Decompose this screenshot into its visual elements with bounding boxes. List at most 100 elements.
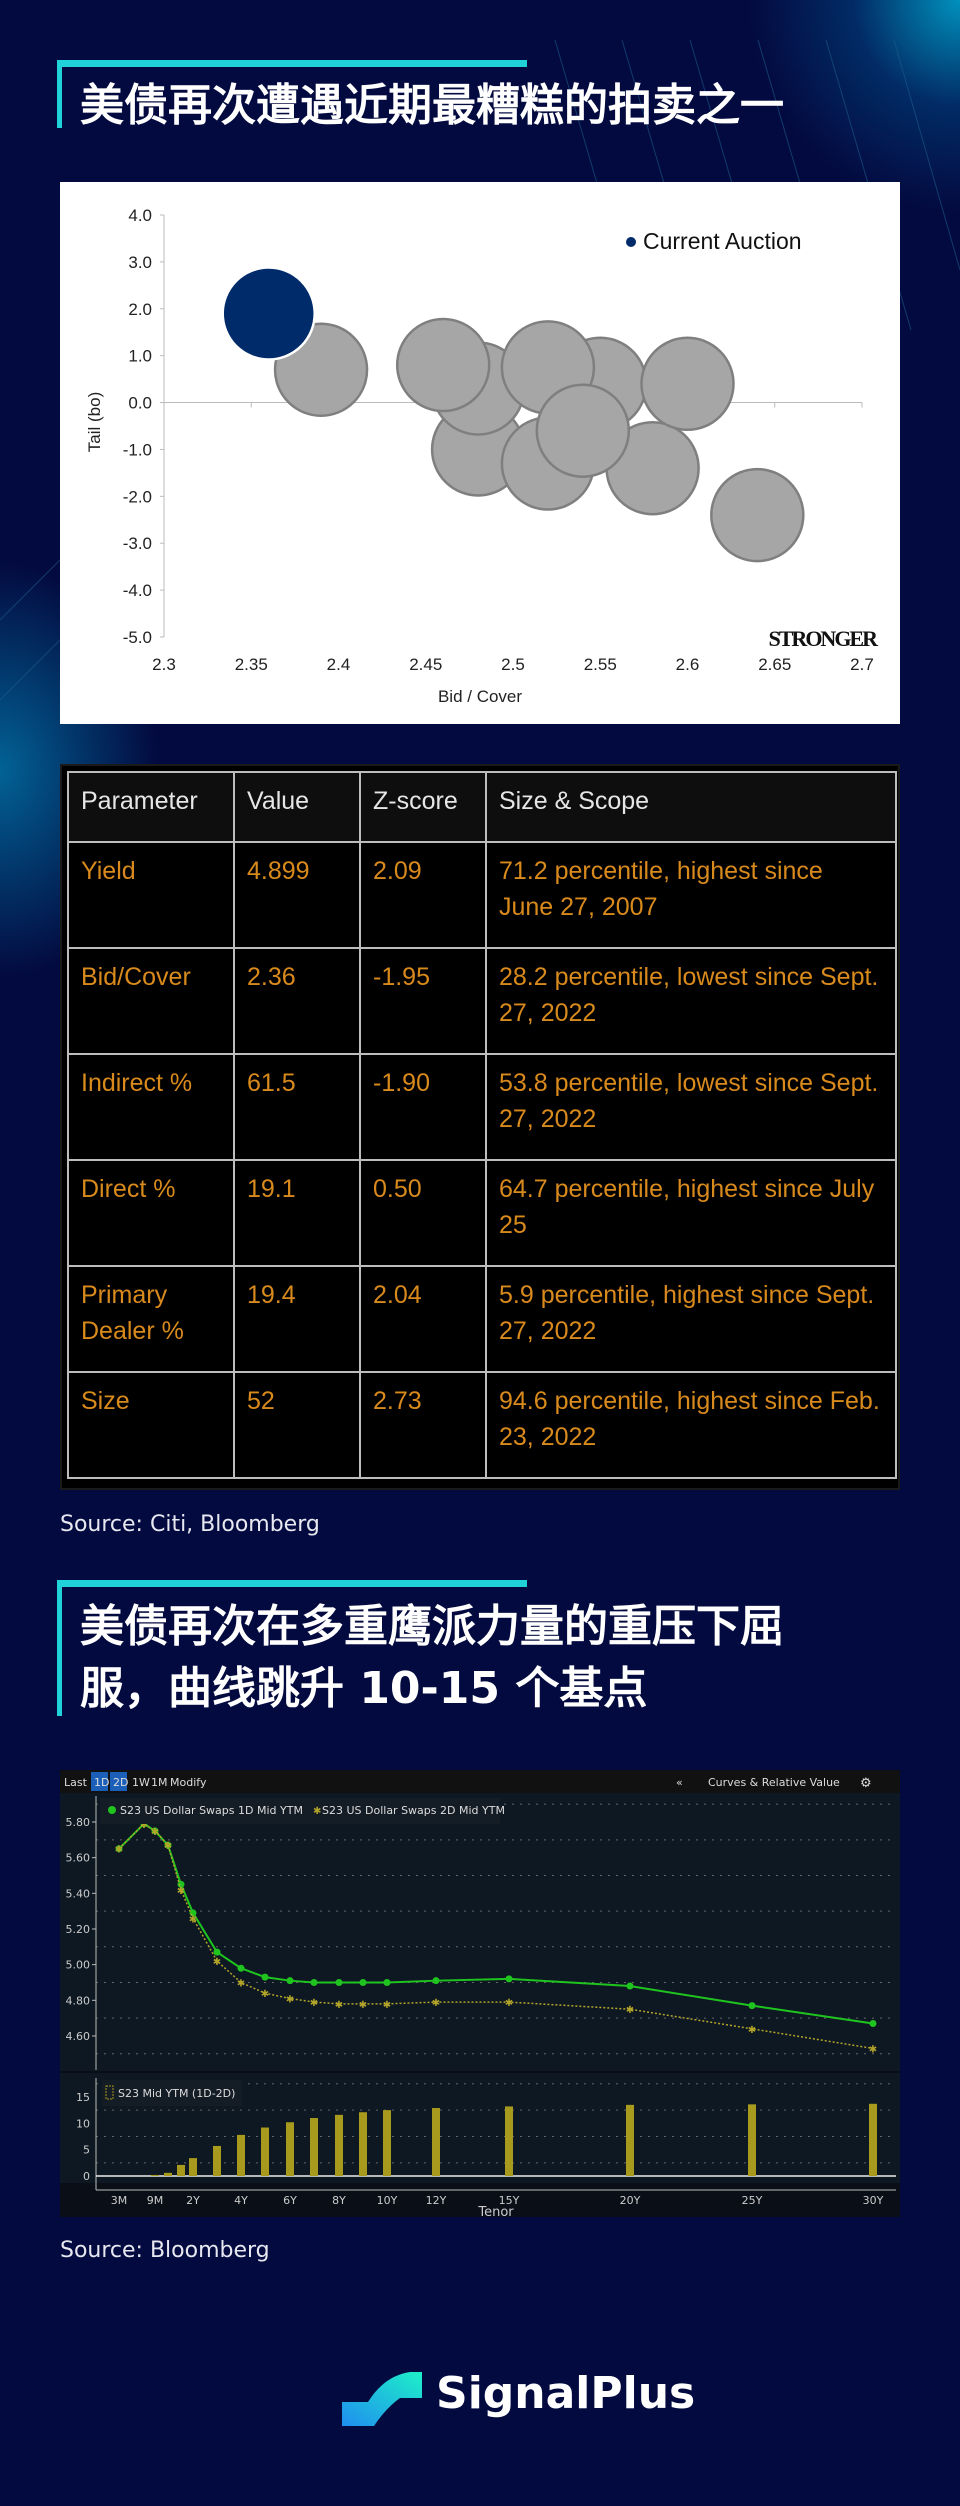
series-point: ✱ — [383, 2000, 391, 2011]
diff-bar — [164, 2172, 172, 2176]
y-tick-label: -1.0 — [123, 440, 152, 459]
toolbar-tab[interactable]: Last — [64, 1776, 88, 1789]
toolbar-tab[interactable]: Modify — [170, 1776, 207, 1789]
diff-bar — [626, 2104, 634, 2176]
x-tick-label: 20Y — [620, 2194, 641, 2207]
y-tick-label: 4.80 — [66, 1994, 91, 2007]
table-cell: Yield — [67, 841, 235, 949]
x-tick-label: 6Y — [283, 2194, 297, 2207]
series-point: ✱ — [505, 1998, 513, 2009]
diff-bar — [383, 2110, 391, 2176]
x-tick-label: 25Y — [742, 2194, 763, 2207]
gear-icon[interactable]: ⚙ — [860, 1776, 872, 1791]
table-cell: 64.7 percentile, highest since July 25 — [485, 1159, 897, 1267]
series-point: ✱ — [164, 1841, 172, 1852]
y-tick-label: 4.0 — [128, 206, 152, 225]
past-auction-bubble — [395, 317, 491, 413]
y-tick-label: 3.0 — [128, 253, 152, 272]
upper-panel — [60, 1793, 900, 2071]
table-cell: 28.2 percentile, lowest since Sept. 27, … — [485, 947, 897, 1055]
watermark-logo: STRONGER — [769, 626, 880, 651]
table-cell: Bid/Cover — [67, 947, 235, 1055]
x-tick-label: 2.5 — [501, 655, 525, 674]
series-point — [237, 1964, 245, 1972]
series-point — [359, 1978, 367, 1986]
y-tick-label: 5.00 — [66, 1959, 91, 1972]
series-point — [869, 2019, 877, 2027]
table-cell: -1.95 — [359, 947, 487, 1055]
logo-mark-icon — [342, 2372, 422, 2426]
table-row: Primary Dealer % 19.4 2.04 5.9 percentile, … — [67, 1265, 897, 1373]
x-tick-label: 3M — [111, 2194, 128, 2207]
toolbar-tab[interactable]: 1W — [132, 1776, 150, 1789]
heading-accent — [57, 1580, 527, 1587]
table-cell: 2.36 — [233, 947, 361, 1055]
x-tick-label: 10Y — [377, 2194, 398, 2207]
series-point — [748, 2002, 756, 2010]
y-tick-label: 4.60 — [66, 2030, 91, 2043]
series-point — [213, 1948, 221, 1956]
x-tick-label: 2.35 — [235, 655, 268, 674]
legend-label: Current Auction — [643, 228, 802, 254]
section-title: 美债再次遭遇近期最糟糕的拍卖之一 — [80, 80, 784, 131]
series-point: ✱ — [189, 1914, 197, 1925]
y-tick-label: -3.0 — [123, 534, 152, 553]
y-tick-label: 5.60 — [66, 1852, 91, 1865]
diff-bar — [286, 2122, 294, 2176]
series-point: ✱ — [359, 2000, 367, 2011]
diff-bar — [237, 2134, 245, 2176]
table-row: Size 52 2.73 94.6 percentile, highest since… — [67, 1371, 897, 1479]
table-cell: 0.50 — [359, 1159, 487, 1267]
diff-bar — [177, 2164, 185, 2176]
y-tick-label: 2.0 — [128, 300, 152, 319]
diff-bar — [213, 2145, 221, 2176]
x-tick-label: 8Y — [332, 2194, 346, 2207]
series-point — [286, 1977, 294, 1985]
x-tick-label: 30Y — [863, 2194, 884, 2207]
series-point: ✱ — [151, 1827, 159, 1838]
legend-label: S23 US Dollar Swaps 1D Mid YTM — [120, 1804, 303, 1817]
x-axis-label: Bid / Cover — [438, 687, 522, 706]
table-header-row: Parameter Value Z-score Size & Scope — [67, 771, 897, 843]
y-tick-label: -5.0 — [123, 628, 152, 647]
brand-name: SignalPlus — [436, 2368, 696, 2419]
legend-marker — [108, 1806, 116, 1814]
x-axis-label: Tenor — [477, 2205, 514, 2217]
diff-bar — [432, 2108, 440, 2176]
table-cell: 2.04 — [359, 1265, 487, 1373]
table-row: Indirect % 61.5 -1.90 53.8 percentile, lowe… — [67, 1053, 897, 1161]
column-header: Size & Scope — [485, 771, 897, 843]
series-point — [310, 1978, 318, 1986]
y-axis-label: Tail (bo) — [85, 392, 104, 452]
series-point: ✱ — [748, 2025, 756, 2036]
table-cell: 53.8 percentile, lowest since Sept. 27, … — [485, 1053, 897, 1161]
table-cell: Direct % — [67, 1159, 235, 1267]
chart-title: Curves & Relative Value — [708, 1776, 840, 1789]
table-cell: 19.1 — [233, 1159, 361, 1267]
series-point: ✱ — [335, 2000, 343, 2011]
y-tick-label: 5 — [83, 2144, 90, 2157]
y-tick-label: -2.0 — [123, 487, 152, 506]
table-row: Direct % 19.1 0.50 64.7 percentile, highest… — [67, 1159, 897, 1267]
diff-bar — [189, 2158, 197, 2176]
x-tick-label: 9M — [147, 2194, 164, 2207]
table-row: Bid/Cover 2.36 -1.95 28.2 percentile, lowes… — [67, 947, 897, 1055]
series-point — [335, 1978, 343, 1986]
x-tick-label: 2.65 — [758, 655, 791, 674]
x-tick-label: 2.45 — [409, 655, 442, 674]
legend-marker: ✱ — [313, 1806, 321, 1817]
series-point: ✱ — [286, 1995, 294, 2006]
table-cell: 94.6 percentile, highest since Feb. 23, … — [485, 1371, 897, 1479]
toolbar-tab[interactable]: 1M — [151, 1776, 168, 1789]
column-header: Value — [233, 771, 361, 843]
table-row: Yield 4.899 2.09 71.2 percentile, highest s… — [67, 841, 897, 949]
toolbar-tab[interactable]: 1D — [94, 1776, 109, 1789]
collapse-button[interactable]: « — [676, 1776, 683, 1789]
diff-bar — [748, 2104, 756, 2176]
toolbar-tab[interactable]: 2D — [113, 1776, 128, 1789]
column-header: Z-score — [359, 771, 487, 843]
series-point — [505, 1975, 513, 1983]
legend-label: S23 Mid YTM (1D-2D) — [118, 2087, 235, 2100]
table-cell: 4.899 — [233, 841, 361, 949]
y-tick-label: 5.20 — [66, 1923, 91, 1936]
